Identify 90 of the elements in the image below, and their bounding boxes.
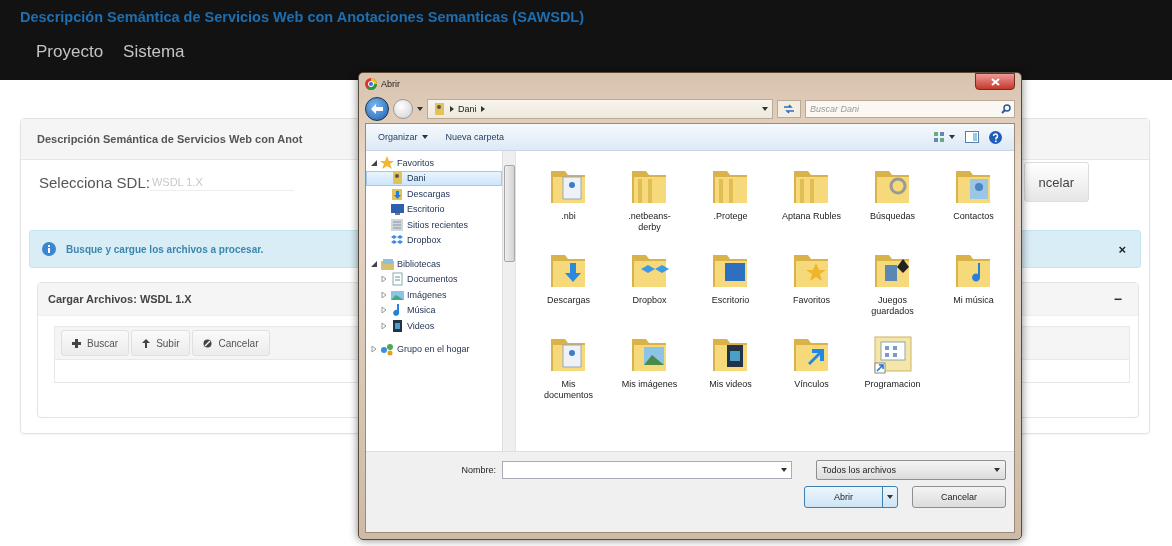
- address-bar[interactable]: Dani: [427, 99, 773, 119]
- tree-item[interactable]: Videos: [366, 318, 502, 334]
- tree-item[interactable]: Escritorio: [366, 201, 502, 217]
- breadcrumb-item[interactable]: Dani: [458, 104, 477, 114]
- file-item[interactable]: Descargas: [528, 249, 609, 333]
- file-item[interactable]: .Protege: [690, 165, 771, 249]
- file-item[interactable]: Mi música: [933, 249, 1014, 333]
- help-icon: [989, 130, 1002, 144]
- tree-item[interactable]: Dropbox: [366, 232, 502, 248]
- user-icon: [432, 102, 446, 116]
- recent-icon: [390, 217, 404, 232]
- upload-icon: [142, 338, 151, 348]
- tree-item[interactable]: Dani: [366, 170, 502, 186]
- collapse-button[interactable]: −: [1107, 290, 1128, 308]
- app-icon: [365, 78, 377, 90]
- tree-item[interactable]: Documentos: [366, 271, 502, 287]
- file-item[interactable]: Aptana Rubles: [771, 165, 852, 249]
- file-item[interactable]: Programacion: [852, 333, 933, 417]
- library-icon: [380, 256, 394, 271]
- menu-item[interactable]: Sistema: [123, 42, 185, 62]
- tree-item[interactable]: Música: [366, 302, 502, 318]
- toolbar-button[interactable]: Buscar: [61, 330, 130, 356]
- chevron-icon: [480, 106, 485, 112]
- toolbar-button[interactable]: Organizar: [378, 132, 428, 142]
- tree-item[interactable]: Bibliotecas: [366, 256, 502, 272]
- homegroup-icon: [380, 342, 394, 357]
- user-icon: [390, 171, 404, 186]
- chevron-icon: [450, 106, 454, 112]
- cancel-button[interactable]: ncelar: [1023, 162, 1089, 202]
- file-item[interactable]: .nbi: [528, 165, 609, 249]
- cancel-button[interactable]: Cancelar: [912, 486, 1006, 508]
- tree-item[interactable]: Favoritos: [366, 155, 502, 171]
- preview-pane-button[interactable]: [965, 131, 979, 143]
- caret-icon: [762, 107, 768, 111]
- file-type-select[interactable]: Todos los archivos: [816, 460, 1006, 480]
- file-item[interactable]: Juegos guardados: [852, 249, 933, 333]
- tree-item[interactable]: Sitios recientes: [366, 217, 502, 233]
- dropdown-caret-icon: [781, 468, 787, 472]
- file-item[interactable]: Mis documentos: [528, 333, 609, 417]
- panel-heading: Descripción Semántica de Servicios Web con Anot: [37, 133, 303, 145]
- file-item[interactable]: Vínculos: [771, 333, 852, 417]
- file-item[interactable]: Favoritos: [771, 249, 852, 333]
- video-icon: [390, 318, 404, 333]
- views-icon: [933, 131, 945, 143]
- open-button[interactable]: Abrir: [804, 486, 898, 508]
- field-label: Selecciona SDL:: [39, 173, 150, 191]
- document-icon: [390, 272, 404, 287]
- refresh-icon: [783, 104, 795, 114]
- toolbar-button[interactable]: Subir: [131, 330, 191, 356]
- alert-message: Busque y cargue los archivos a procesar.: [66, 243, 264, 255]
- info-icon: [42, 242, 56, 256]
- close-icon: [990, 77, 1000, 86]
- tree-item[interactable]: Descargas: [366, 186, 502, 202]
- file-item[interactable]: Escritorio: [690, 249, 771, 333]
- file-item[interactable]: Mis imágenes: [609, 333, 690, 417]
- caret-icon: [887, 495, 893, 499]
- caret-icon: [949, 135, 955, 139]
- caret-icon: [421, 135, 428, 139]
- close-button[interactable]: [975, 73, 1015, 90]
- file-item[interactable]: Dropbox: [609, 249, 690, 333]
- forward-button[interactable]: [393, 99, 413, 119]
- file-item[interactable]: Mis videos: [690, 333, 771, 417]
- menu-item[interactable]: Proyecto: [36, 42, 104, 62]
- close-button[interactable]: ×: [1116, 241, 1128, 257]
- dropdown-caret-icon: [994, 468, 1000, 472]
- back-button[interactable]: [365, 97, 389, 121]
- star-icon: [380, 155, 394, 170]
- back-arrow-icon: [371, 104, 383, 114]
- app-title: Descripción Semántica de Servicios Web con Anotaciones Semanticas (SAWSDL): [20, 8, 585, 25]
- search-field[interactable]: Buscar Dani: [805, 100, 1015, 118]
- tree-item[interactable]: Imágenes: [366, 287, 502, 303]
- cancel-icon: [203, 338, 213, 348]
- field-label: Nombre:: [461, 465, 496, 475]
- tree-item[interactable]: Grupo en el hogar: [366, 341, 502, 357]
- panel-title: Cargar Archivos: WSDL 1.X: [48, 293, 192, 305]
- dialog-title: Abrir: [381, 79, 400, 89]
- download-icon: [390, 186, 404, 201]
- refresh-button[interactable]: [777, 100, 801, 118]
- search-icon: [1001, 104, 1011, 114]
- view-button[interactable]: [933, 131, 955, 143]
- file-item[interactable]: Búsquedas: [852, 165, 933, 249]
- file-item[interactable]: Contactos: [933, 165, 1014, 249]
- plus-icon: [72, 338, 81, 348]
- pane-icon: [965, 131, 979, 143]
- toolbar-button[interactable]: Cancelar: [192, 330, 270, 356]
- toolbar-button[interactable]: Nueva carpeta: [445, 132, 505, 142]
- file-item[interactable]: .netbeans-derby: [609, 165, 690, 249]
- help-button[interactable]: [989, 130, 1002, 144]
- desktop-icon: [390, 202, 404, 217]
- name-field[interactable]: [502, 461, 792, 479]
